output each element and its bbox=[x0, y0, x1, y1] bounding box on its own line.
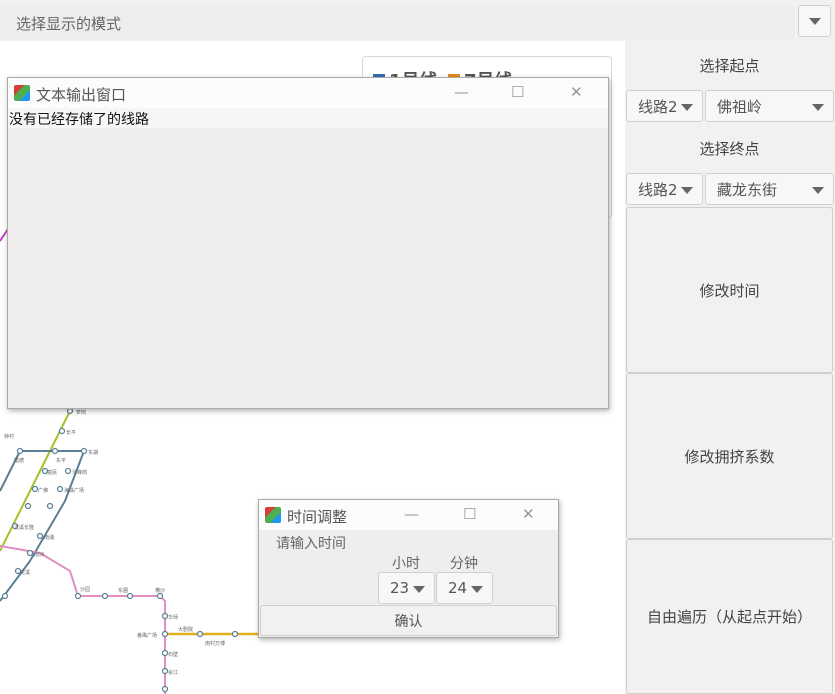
minute-value: 24 bbox=[448, 579, 468, 597]
chevron-down-icon bbox=[812, 104, 824, 111]
hour-select[interactable]: 23 bbox=[378, 572, 435, 604]
free-traverse-button[interactable]: 自由遍历（从起点开始） bbox=[626, 539, 833, 694]
map-station bbox=[196, 630, 204, 638]
close-button[interactable]: ✕ bbox=[570, 83, 583, 101]
output-text-area[interactable]: 没有已经存储了的线路 bbox=[8, 108, 608, 128]
chevron-down-icon bbox=[681, 104, 693, 111]
map-station bbox=[161, 612, 169, 620]
map-station bbox=[80, 447, 88, 455]
map-station-label: 南村万博 bbox=[205, 640, 225, 647]
app-icon bbox=[265, 507, 281, 523]
end-station-value: 藏龙东街 bbox=[717, 180, 778, 199]
map-station bbox=[1, 592, 9, 600]
chevron-down-icon bbox=[812, 187, 824, 194]
app-icon bbox=[14, 85, 30, 101]
mode-select-label: 选择显示的模式 bbox=[16, 15, 122, 33]
map-station-label: 沙园 bbox=[80, 587, 90, 593]
end-point-label: 选择终点 bbox=[699, 140, 760, 158]
map-station bbox=[36, 532, 44, 540]
minute-select[interactable]: 24 bbox=[436, 572, 493, 604]
map-station-label: 番禺广场 bbox=[137, 632, 157, 639]
map-station bbox=[51, 447, 59, 455]
mode-dropdown-button[interactable] bbox=[798, 5, 831, 37]
window-title: 文本输出窗口 bbox=[36, 86, 127, 104]
start-station-value: 佛祖岭 bbox=[717, 97, 763, 116]
minimize-button[interactable]: — bbox=[454, 83, 469, 101]
end-line-value: 线路2 bbox=[638, 180, 678, 199]
map-station-label: 华师 bbox=[168, 614, 178, 621]
map-station bbox=[31, 485, 39, 493]
map-station-label: 钟村 bbox=[4, 433, 14, 440]
output-text: 没有已经存储了的线路 bbox=[9, 112, 149, 128]
map-station-label: 浔峰岗 bbox=[72, 469, 87, 476]
map-station bbox=[24, 502, 32, 510]
start-line-select[interactable]: 线路2 bbox=[626, 90, 703, 122]
chevron-down-icon bbox=[809, 18, 821, 25]
map-station-label: 南洲 bbox=[34, 551, 44, 558]
map-station-label: 海珠广场 bbox=[64, 487, 84, 494]
window-titlebar[interactable]: 时间调整 — ☐ ✕ bbox=[259, 500, 558, 530]
map-station bbox=[156, 592, 164, 600]
start-point-label: 选择起点 bbox=[699, 57, 760, 75]
map-station-label: 石壁 bbox=[168, 651, 178, 658]
map-station bbox=[231, 630, 239, 638]
map-station-label: 东平 bbox=[56, 457, 66, 464]
map-station bbox=[66, 407, 74, 415]
modify-time-button[interactable]: 修改时间 bbox=[626, 207, 833, 373]
map-station-label: 东圃 bbox=[118, 587, 128, 594]
start-station-select[interactable]: 佛祖岭 bbox=[705, 90, 834, 122]
map-station bbox=[64, 467, 72, 475]
confirm-button[interactable]: 确认 bbox=[260, 605, 557, 636]
close-button[interactable]: ✕ bbox=[522, 505, 535, 523]
chevron-down-icon bbox=[413, 586, 425, 593]
map-station-label: 龙溪 bbox=[20, 569, 30, 576]
mode-select-bar[interactable]: 选择显示的模式 bbox=[0, 5, 795, 39]
map-station bbox=[161, 649, 169, 657]
map-station-label: 猎德 bbox=[14, 457, 24, 464]
map-station bbox=[161, 630, 169, 638]
map-station-label: 大剧院 bbox=[178, 626, 193, 633]
time-prompt: 请输入时间 bbox=[276, 536, 346, 552]
map-station bbox=[16, 447, 24, 455]
hour-label: 小时 bbox=[392, 556, 420, 572]
map-station-label: 东湖 bbox=[88, 449, 98, 456]
end-station-select[interactable]: 藏龙东街 bbox=[705, 173, 834, 205]
window-titlebar[interactable]: 文本输出窗口 — ☐ ✕ bbox=[8, 78, 608, 108]
map-station bbox=[56, 485, 64, 493]
map-station-label: 广佛 bbox=[38, 487, 48, 494]
map-station bbox=[26, 549, 34, 557]
map-station-label: 南浦 bbox=[44, 534, 54, 541]
chevron-down-icon bbox=[681, 187, 693, 194]
map-station bbox=[126, 592, 134, 600]
minute-label: 分钟 bbox=[450, 556, 478, 572]
map-station bbox=[74, 592, 82, 600]
map-station bbox=[58, 427, 66, 435]
map-station bbox=[161, 667, 169, 675]
modify-crowd-button[interactable]: 修改拥挤系数 bbox=[626, 373, 833, 539]
minimize-button[interactable]: — bbox=[404, 505, 419, 523]
map-station-label: 汉溪长隆 bbox=[14, 524, 34, 531]
start-line-value: 线路2 bbox=[638, 97, 678, 116]
map-station-label: 富民 bbox=[47, 469, 57, 476]
maximize-button[interactable]: ☐ bbox=[463, 505, 476, 523]
map-station-label: 萝岗 bbox=[76, 409, 86, 416]
chevron-down-icon bbox=[471, 586, 483, 593]
map-station-label: 会江 bbox=[168, 669, 178, 676]
end-line-select[interactable]: 线路2 bbox=[626, 173, 703, 205]
map-station bbox=[101, 592, 109, 600]
map-station bbox=[46, 502, 54, 510]
map-station-label: 横沙 bbox=[155, 587, 165, 594]
time-adjust-window: 时间调整 — ☐ ✕ 请输入时间 小时 分钟 23 24 确认 bbox=[258, 499, 559, 638]
text-output-window: 文本输出窗口 — ☐ ✕ 没有已经存储了的线路 bbox=[7, 77, 609, 409]
map-station bbox=[161, 685, 169, 693]
window-title: 时间调整 bbox=[287, 508, 348, 526]
hour-value: 23 bbox=[390, 579, 410, 597]
map-station-label: 长平 bbox=[66, 429, 76, 436]
maximize-button[interactable]: ☐ bbox=[511, 83, 524, 101]
